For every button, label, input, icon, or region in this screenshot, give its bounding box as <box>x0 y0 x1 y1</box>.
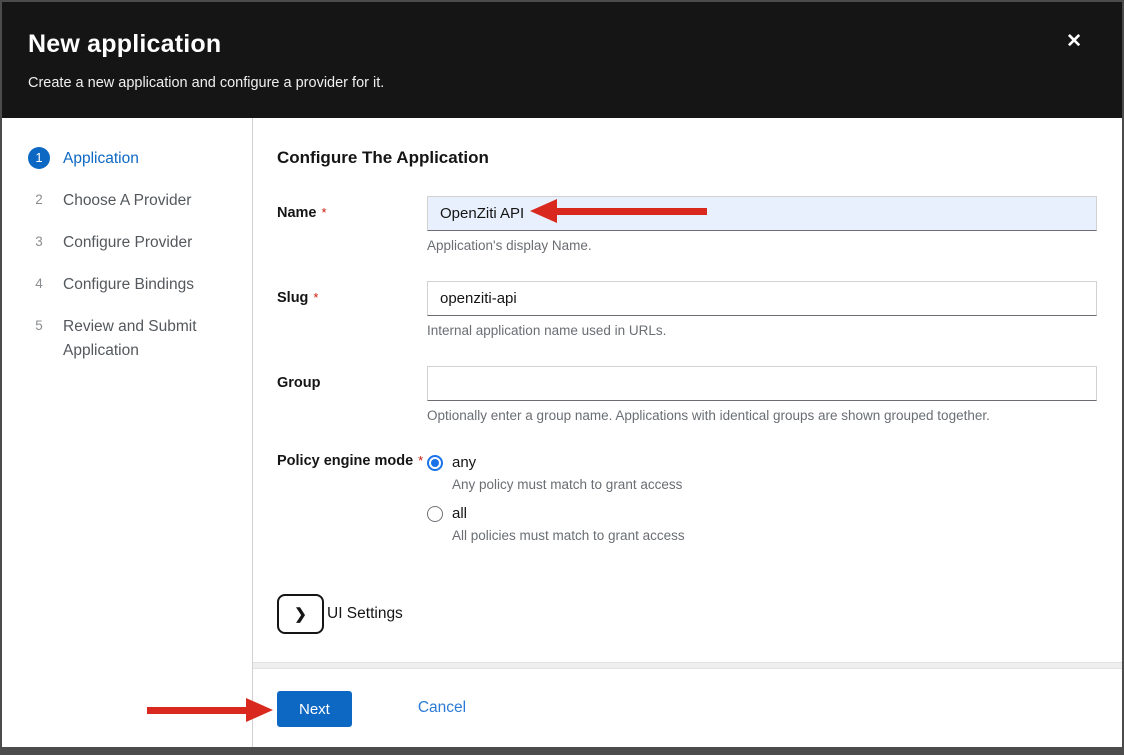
step-label: Choose A Provider <box>63 189 191 213</box>
step-number: 2 <box>28 189 50 211</box>
policy-mode-radio-group: any Any policy must match to grant acces… <box>427 451 1097 556</box>
step-number-badge: 1 <box>28 147 50 169</box>
arrow-head-icon <box>530 199 557 223</box>
group-input[interactable] <box>427 366 1097 401</box>
arrow-shaft <box>147 707 246 714</box>
step-label: Configure Bindings <box>63 273 194 297</box>
policy-all-helper-text: All policies must match to grant access <box>452 528 1097 543</box>
radio-unselected-icon[interactable] <box>427 506 443 522</box>
step-number: 3 <box>28 231 50 253</box>
policy-any-helper-text: Any policy must match to grant access <box>452 477 1097 492</box>
group-field-row: Group Optionally enter a group name. App… <box>277 366 1097 423</box>
arrow-shaft <box>557 208 707 215</box>
close-icon[interactable]: ✕ <box>1066 32 1082 51</box>
group-label: Group <box>277 366 427 423</box>
wizard-step-review-submit[interactable]: 5 Review and Submit Application <box>28 315 242 363</box>
slug-field-row: Slug* Internal application name used in … <box>277 281 1097 338</box>
required-asterisk: * <box>313 290 318 305</box>
wizard-step-application[interactable]: 1 Application <box>28 147 242 171</box>
modal-footer: Next Cancel <box>253 669 1122 747</box>
name-helper-text: Application's display Name. <box>427 238 1097 253</box>
name-label: Name* <box>277 196 427 253</box>
name-input[interactable] <box>427 196 1097 231</box>
required-asterisk: * <box>322 205 327 220</box>
wizard-step-choose-provider[interactable]: 2 Choose A Provider <box>28 189 242 213</box>
group-helper-text: Optionally enter a group name. Applicati… <box>427 408 1097 423</box>
chevron-right-icon[interactable]: ❯ <box>277 594 324 634</box>
slug-input[interactable] <box>427 281 1097 316</box>
footer-divider <box>253 662 1122 669</box>
wizard-nav: 1 Application 2 Choose A Provider 3 Conf… <box>2 118 253 747</box>
next-button[interactable]: Next <box>277 691 352 727</box>
policy-mode-label: Policy engine mode* <box>277 451 427 556</box>
annotation-arrow-next-button <box>147 698 273 722</box>
cancel-button[interactable]: Cancel <box>418 691 466 717</box>
slug-label: Slug* <box>277 281 427 338</box>
modal-subtitle: Create a new application and configure a… <box>28 75 1096 91</box>
step-number: 5 <box>28 315 50 337</box>
policy-mode-field-row: Policy engine mode* any Any policy must … <box>277 451 1097 556</box>
radio-label: all <box>452 505 467 522</box>
modal-header: New application Create a new application… <box>2 2 1122 118</box>
policy-mode-option-all[interactable]: all <box>427 505 1097 522</box>
arrow-head-icon <box>246 698 273 722</box>
modal-title: New application <box>28 30 1096 59</box>
annotation-arrow-name-input <box>530 199 707 223</box>
step-label: Review and Submit Application <box>63 315 208 363</box>
page-title: Configure The Application <box>277 148 1097 168</box>
ui-settings-label: UI Settings <box>327 605 403 623</box>
step-label: Application <box>63 147 139 171</box>
wizard-step-configure-provider[interactable]: 3 Configure Provider <box>28 231 242 255</box>
ui-settings-section: ❯ UI Settings <box>277 594 1097 634</box>
slug-helper-text: Internal application name used in URLs. <box>427 323 1097 338</box>
new-application-modal: New application Create a new application… <box>2 2 1122 747</box>
wizard-step-configure-bindings[interactable]: 4 Configure Bindings <box>28 273 242 297</box>
radio-label: any <box>452 454 476 471</box>
required-asterisk: * <box>418 453 423 468</box>
step-label: Configure Provider <box>63 231 192 255</box>
policy-mode-option-any[interactable]: any <box>427 454 1097 471</box>
step-number: 4 <box>28 273 50 295</box>
radio-selected-icon[interactable] <box>427 455 443 471</box>
